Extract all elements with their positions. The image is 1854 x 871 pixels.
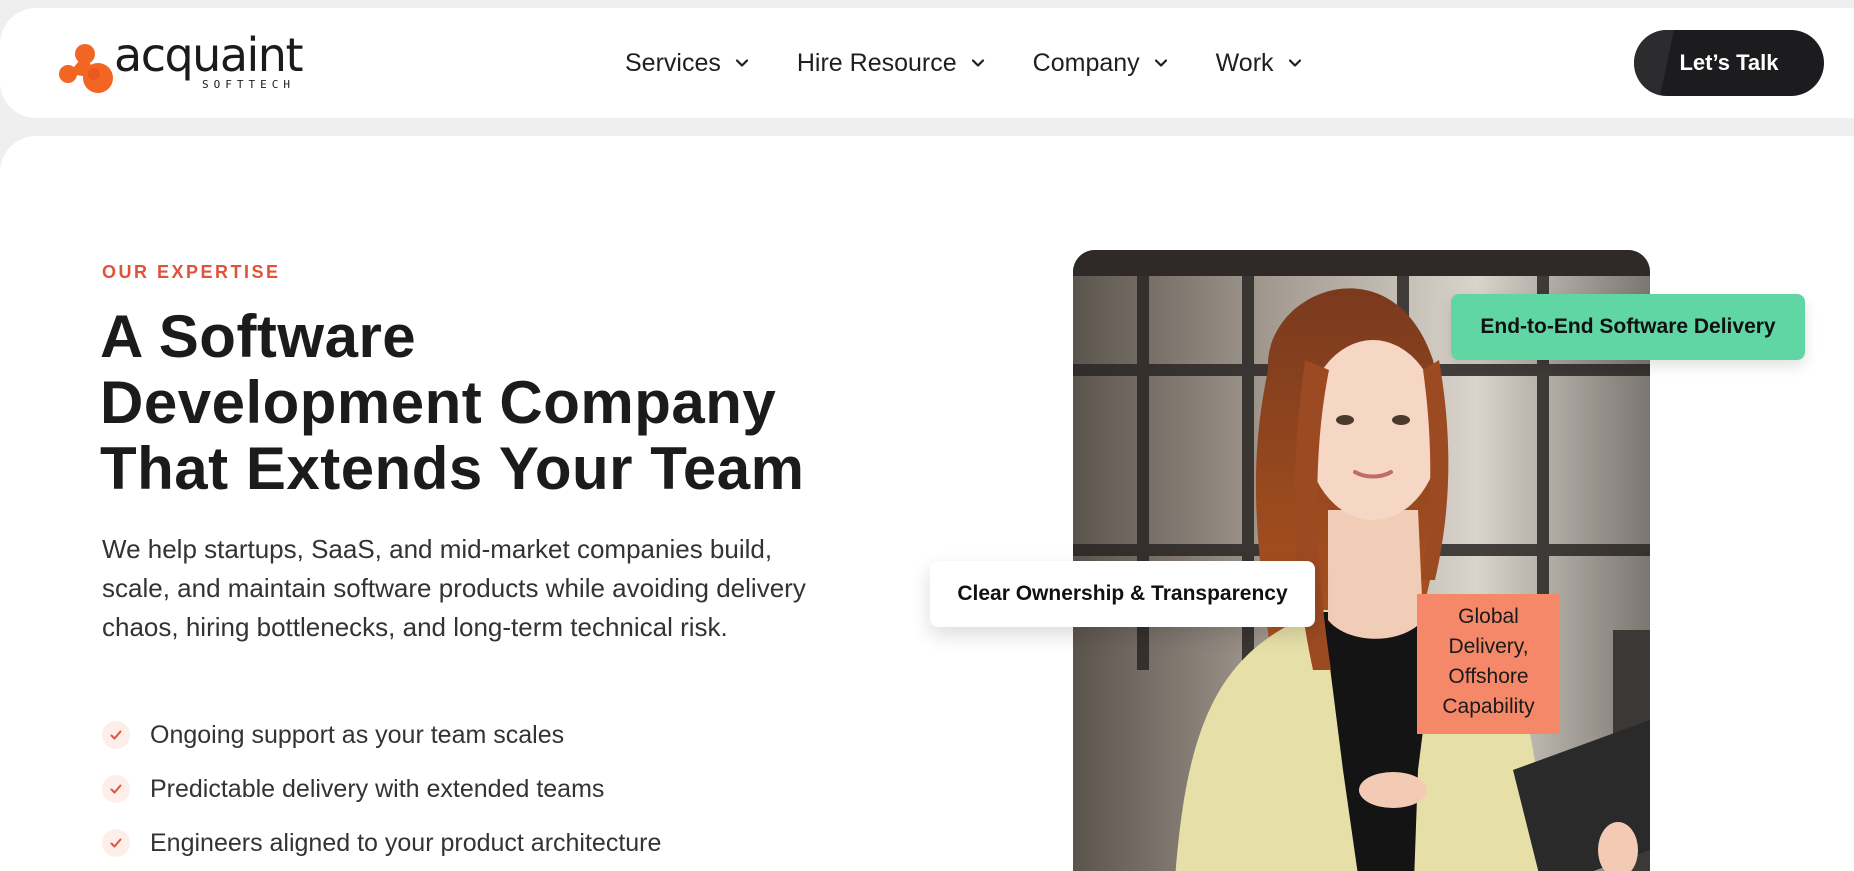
page-title: A Software Development Company That Exte…	[100, 304, 860, 502]
badge-global-line-3: Offshore	[1448, 665, 1529, 688]
nav-services-label: Services	[625, 48, 721, 77]
benefit-list: Ongoing support as your team scales Pred…	[102, 708, 661, 870]
badge-software-delivery-label: End-to-End Software Delivery	[1480, 315, 1776, 338]
nav-services[interactable]: Services	[625, 49, 751, 78]
list-item: Predictable delivery with extended teams	[102, 762, 661, 816]
check-icon	[102, 829, 130, 857]
nav-work-label: Work	[1215, 48, 1274, 77]
badge-ownership-label: Clear Ownership & Transparency	[957, 582, 1288, 605]
eyebrow-label: OUR EXPERTISE	[102, 262, 281, 282]
chevron-down-icon	[735, 59, 748, 67]
acquaint-logo-icon	[59, 44, 113, 93]
nav-hire-resource-label: Hire Resource	[796, 48, 957, 77]
badge-global-delivery: Global Delivery, Offshore Capability	[1417, 594, 1560, 734]
badge-global-line-4: Capability	[1442, 695, 1535, 718]
badge-global-delivery-text: Global Delivery, Offshore Capability	[1442, 602, 1534, 722]
logo-wordmark: acquaint	[114, 28, 304, 82]
logo-subtitle: SOFTTECH	[202, 78, 295, 91]
site-header: acquaint SOFTTECH Services Hire Resource…	[0, 8, 1854, 118]
hero-section: OUR EXPERTISE A Software Development Com…	[0, 136, 1854, 871]
check-icon	[102, 775, 130, 803]
check-icon	[102, 721, 130, 749]
chevron-down-icon	[1288, 59, 1301, 67]
nav-work[interactable]: Work	[1216, 49, 1304, 78]
nav-company[interactable]: Company	[1033, 49, 1170, 78]
list-item: Ongoing support as your team scales	[102, 708, 661, 762]
chevron-down-icon	[971, 59, 984, 67]
badge-ownership: Clear Ownership & Transparency	[930, 561, 1315, 627]
list-item: Engineers aligned to your product archit…	[102, 816, 661, 870]
benefit-text: Ongoing support as your team scales	[150, 720, 565, 749]
benefit-text: Predictable delivery with extended teams	[150, 774, 605, 803]
nav-hire-resource[interactable]: Hire Resource	[797, 49, 987, 78]
badge-global-line-2: Delivery,	[1448, 635, 1529, 658]
lead-paragraph: We help startups, SaaS, and mid-market c…	[102, 534, 806, 642]
headline-line-3: That Extends Your Team	[100, 435, 805, 502]
headline-line-2: Development Company	[100, 369, 777, 436]
lets-talk-button[interactable]: Let’s Talk	[1634, 30, 1824, 96]
nav-company-label: Company	[1032, 48, 1140, 77]
logo[interactable]: acquaint SOFTTECH	[58, 28, 308, 98]
lets-talk-label: Let’s Talk	[1679, 50, 1779, 75]
benefit-text: Engineers aligned to your product archit…	[150, 828, 662, 857]
badge-software-delivery: End-to-End Software Delivery	[1451, 294, 1805, 360]
main-nav: Services Hire Resource Company Work	[625, 8, 1350, 118]
badge-global-line-1: Global	[1458, 605, 1519, 628]
headline-line-1: A Software	[100, 303, 417, 370]
chevron-down-icon	[1154, 59, 1167, 67]
